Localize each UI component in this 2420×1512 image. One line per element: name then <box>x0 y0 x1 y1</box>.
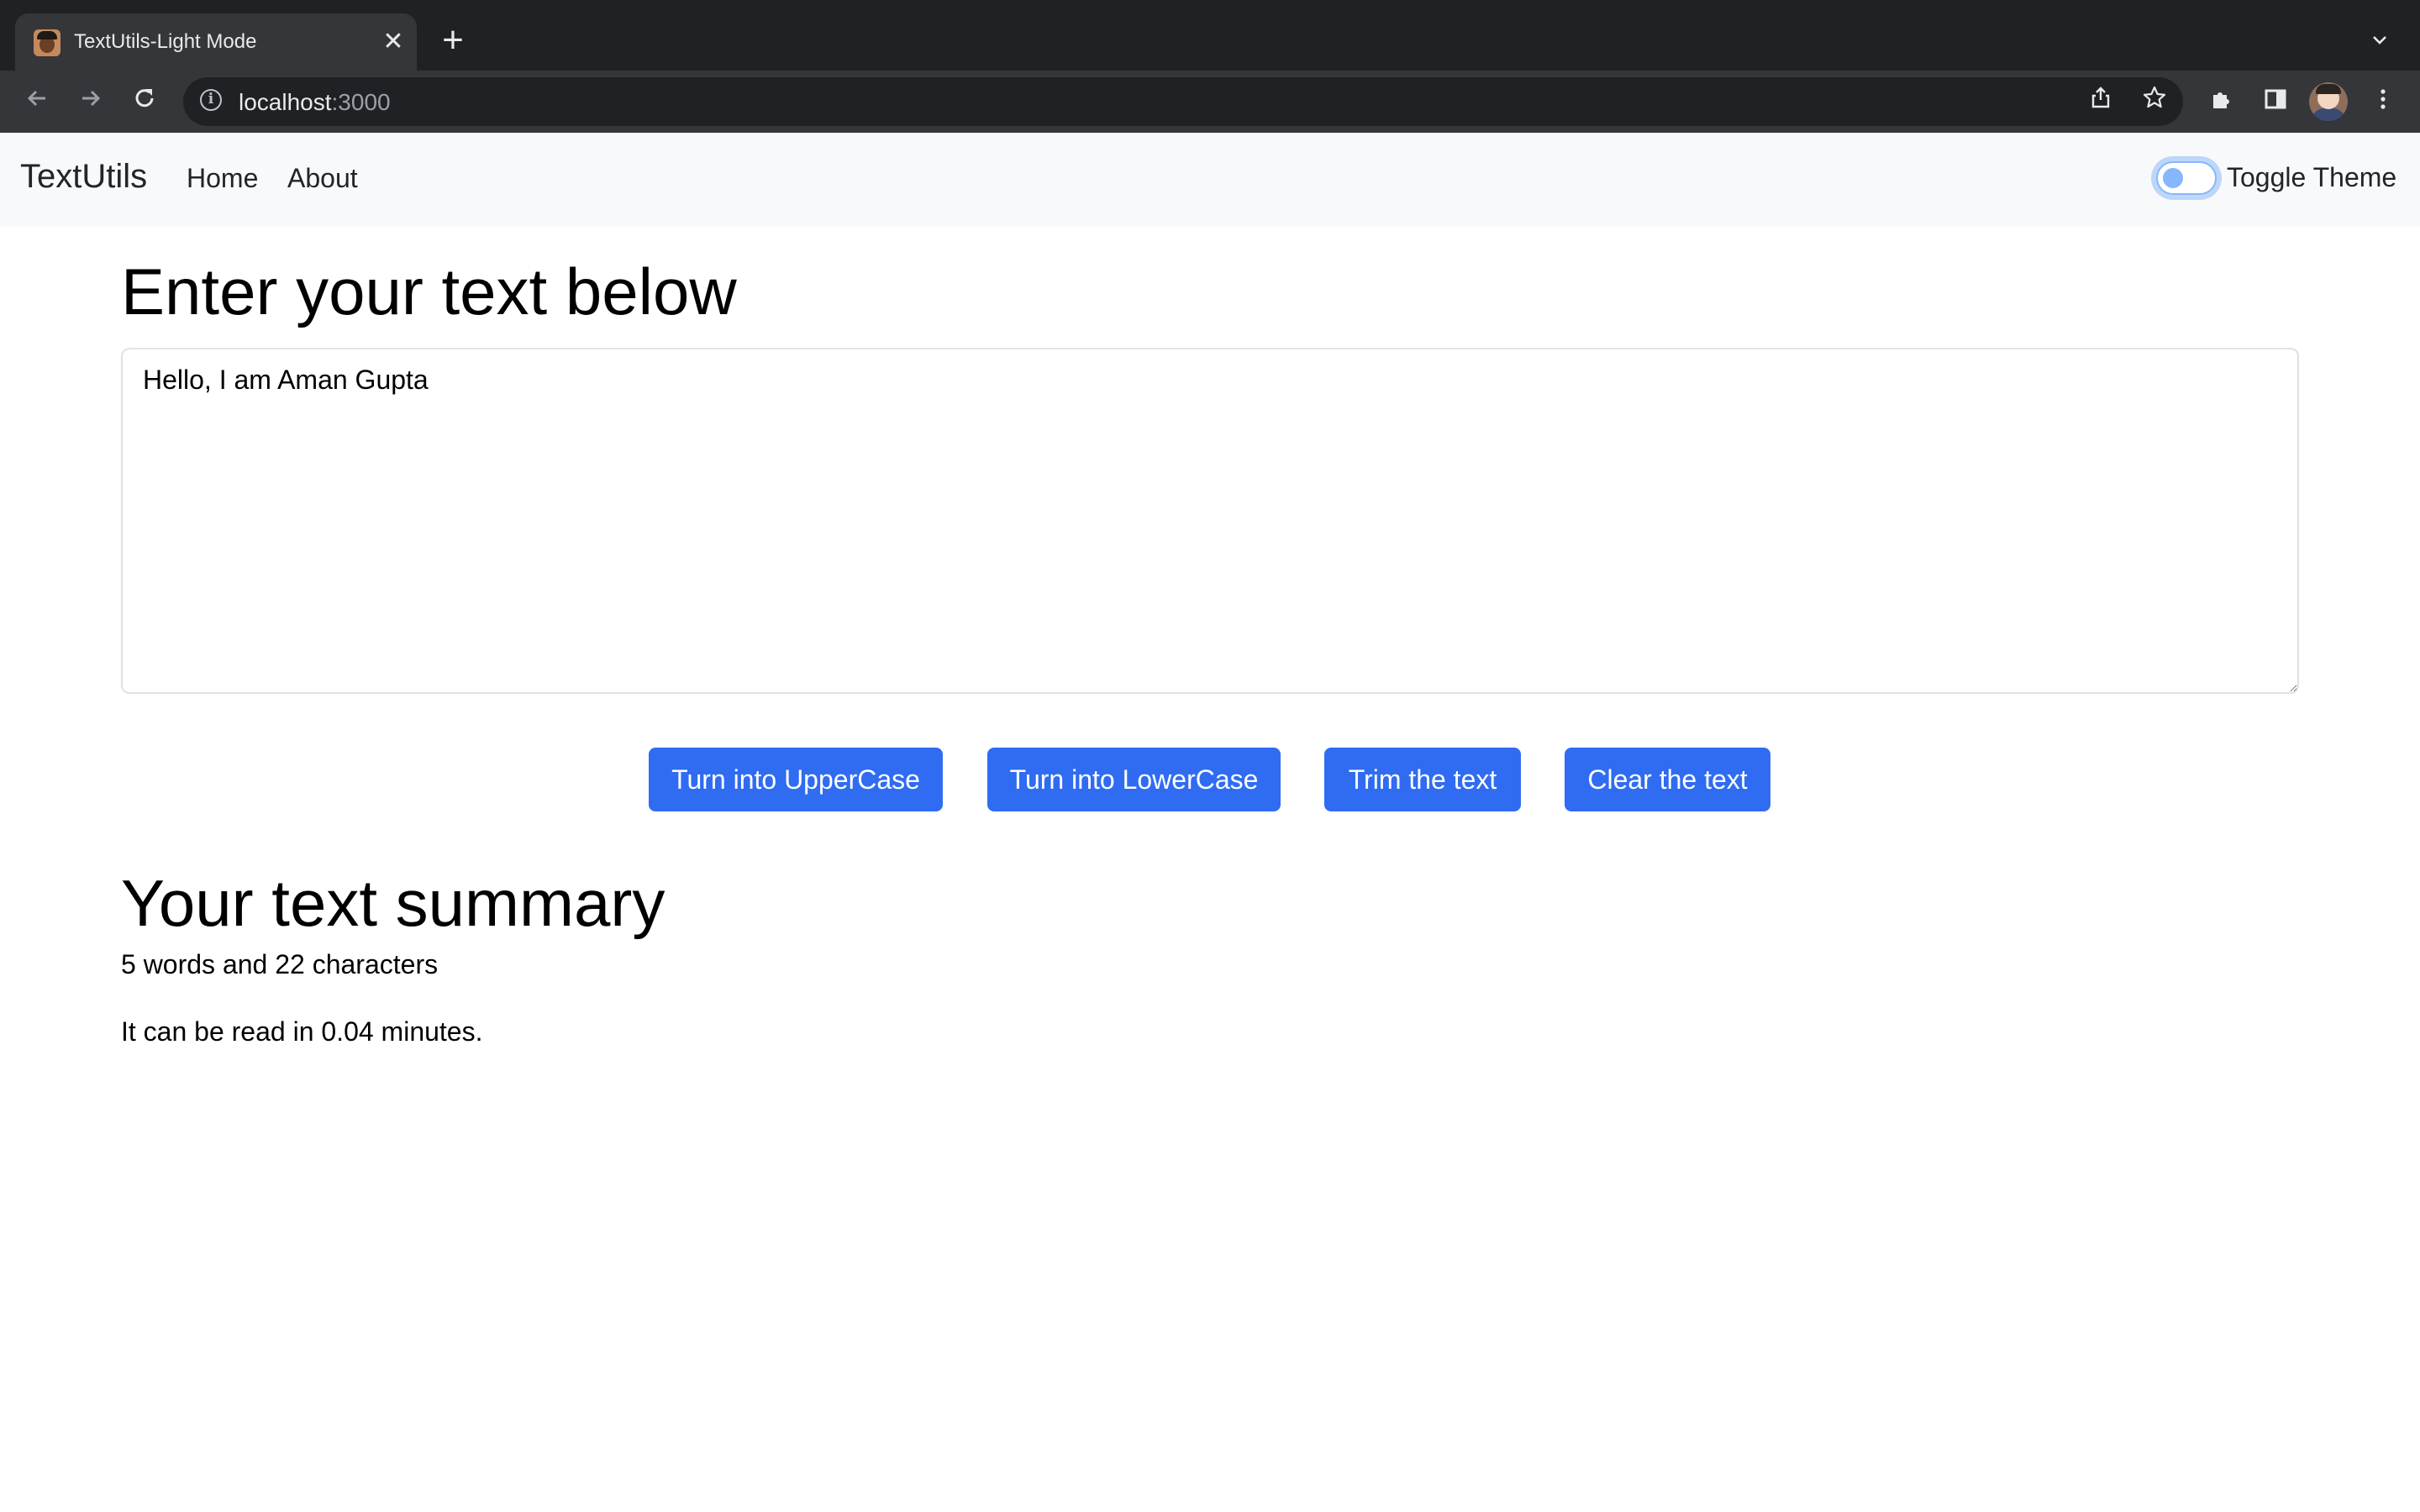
toggle-knob <box>2163 168 2183 188</box>
clear-text-button[interactable]: Clear the text <box>1565 748 1770 811</box>
theme-toggle-label[interactable]: Toggle Theme <box>2227 162 2396 193</box>
summary-heading: Your text summary <box>121 866 666 940</box>
back-arrow-icon[interactable] <box>17 82 57 123</box>
site-info-icon[interactable]: i <box>200 89 222 111</box>
read-time-text: It can be read in 0.04 minutes. <box>121 1016 483 1047</box>
share-icon[interactable] <box>2084 85 2118 118</box>
browser-tab[interactable]: TextUtils-Light Mode ✕ <box>15 13 417 71</box>
url-text: localhost:3000 <box>239 89 391 115</box>
new-tab-icon[interactable]: + <box>435 22 471 59</box>
page-heading: Enter your text below <box>121 255 737 328</box>
forward-arrow-icon[interactable] <box>71 82 111 123</box>
tab-title: TextUtils-Light Mode <box>74 30 257 53</box>
text-input-area[interactable] <box>121 348 2299 694</box>
favicon-icon <box>34 29 60 56</box>
word-char-count: 5 words and 22 characters <box>121 949 439 979</box>
theme-toggle-switch[interactable] <box>2156 161 2217 195</box>
browser-toolbar: i localhost:3000 <box>0 71 2420 133</box>
bookmark-star-icon[interactable] <box>2138 85 2171 118</box>
nav-link-home[interactable]: Home <box>187 163 258 194</box>
profile-avatar[interactable] <box>2309 82 2348 121</box>
brand-link[interactable]: TextUtils <box>20 158 147 196</box>
close-tab-icon[interactable]: ✕ <box>376 25 410 59</box>
lowercase-button[interactable]: Turn into LowerCase <box>987 748 1281 811</box>
nav-link-about[interactable]: About <box>287 163 358 194</box>
address-bar[interactable]: i localhost:3000 <box>183 77 2183 126</box>
tab-search-chevron-icon[interactable] <box>2363 25 2396 59</box>
reload-icon[interactable] <box>124 82 165 123</box>
browser-tabstrip: TextUtils-Light Mode ✕ + <box>0 0 2420 71</box>
uppercase-button[interactable]: Turn into UpperCase <box>649 748 943 811</box>
extensions-puzzle-icon[interactable] <box>2202 82 2242 123</box>
trim-text-button[interactable]: Trim the text <box>1324 748 1521 811</box>
navbar: TextUtils Home About Toggle Theme <box>0 133 2420 227</box>
browser-menu-kebab-icon[interactable] <box>2363 82 2403 123</box>
side-panel-icon[interactable] <box>2255 82 2296 123</box>
